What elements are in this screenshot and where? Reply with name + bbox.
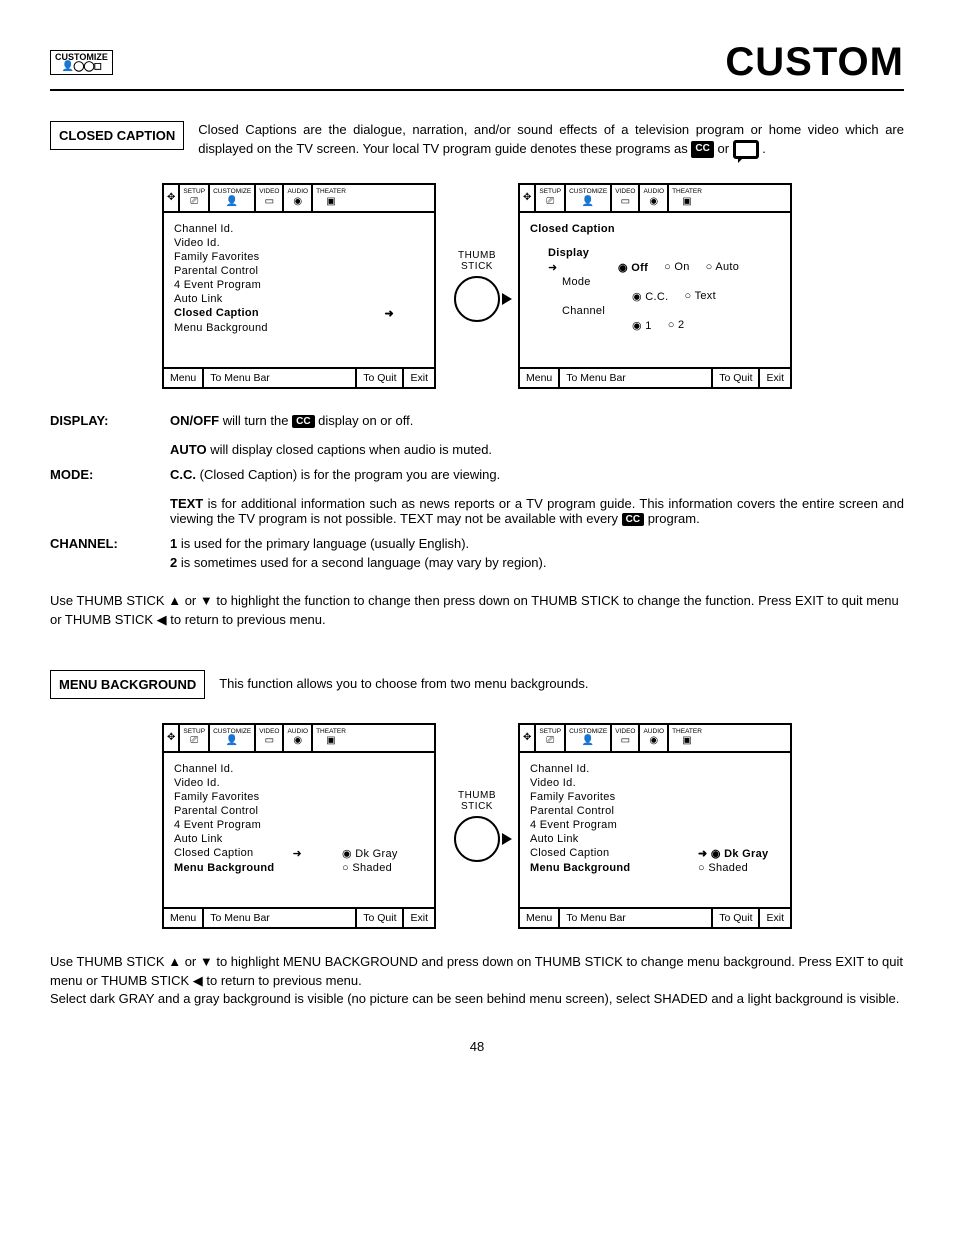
menu-background-intro: This function allows you to choose from … bbox=[219, 675, 904, 694]
footer-to-menu-bar: To Menu Bar bbox=[204, 369, 355, 387]
menu-item-video-id: Video Id. bbox=[174, 237, 424, 249]
thumb-stick-icon bbox=[454, 276, 500, 322]
thumb-stick-indicator: THUMB STICK bbox=[454, 250, 500, 322]
cc-display-on: ○ On bbox=[664, 261, 690, 273]
cc-mode-text: ○ Text bbox=[684, 290, 715, 302]
osd-cc-detail: ✥ SETUP⎚ CUSTOMIZE👤 VIDEO▭ AUDIO◉ THEATE… bbox=[518, 183, 792, 389]
caption-bubble-icon bbox=[733, 140, 759, 159]
osd-tab-theater: THEATER▣ bbox=[313, 185, 349, 211]
menu-item-closed-caption: Closed Caption ➜ bbox=[174, 307, 424, 320]
cc-mode-cc: ◉ C.C. bbox=[632, 290, 668, 303]
menu-item-parental-control: Parental Control bbox=[174, 265, 424, 277]
mb-screens-row: ✥ SETUP⎚ CUSTOMIZE👤 VIDEO▭ AUDIO◉ THEATE… bbox=[50, 723, 904, 929]
osd-body: Channel Id. Video Id. Family Favorites P… bbox=[164, 213, 434, 367]
customize-tag-glyphs: 👤◯◯◻ bbox=[55, 62, 108, 72]
pointer-icon: ➜ bbox=[548, 261, 602, 274]
page-number: 48 bbox=[50, 1039, 904, 1054]
cc-intro-c: . bbox=[762, 141, 766, 156]
opt-dk-gray: ◉ Dk Gray bbox=[342, 847, 424, 860]
menu-background-label: MENU BACKGROUND bbox=[50, 670, 205, 699]
mb-usage-note: Use THUMB STICK ▲ or ▼ to highlight MENU… bbox=[50, 953, 904, 1010]
cc-intro-b: or bbox=[717, 141, 732, 156]
closed-caption-label: CLOSED CAPTION bbox=[50, 121, 184, 150]
arrow-right-icon: ➜ bbox=[384, 307, 394, 320]
cc-detail-title: Closed Caption bbox=[530, 223, 780, 235]
def-channel: CHANNEL: 1 is used for the primary langu… bbox=[50, 536, 904, 574]
cc-channel-2: ○ 2 bbox=[668, 319, 685, 331]
cc-usage-note: Use THUMB STICK ▲ or ▼ to highlight the … bbox=[50, 592, 904, 630]
osd-tabs: ✥ SETUP⎚ CUSTOMIZE👤 VIDEO▭ AUDIO◉ THEATE… bbox=[164, 185, 434, 213]
osd-tab-customize: CUSTOMIZE👤 bbox=[210, 185, 256, 211]
osd-customize-cc: ✥ SETUP⎚ CUSTOMIZE👤 VIDEO▭ AUDIO◉ THEATE… bbox=[162, 183, 436, 389]
footer-to-quit: To Quit bbox=[355, 369, 404, 387]
menu-item-menu-background: Menu Background ○ Shaded bbox=[174, 862, 424, 874]
cc-badge-icon: CC bbox=[292, 415, 314, 428]
def-mode: MODE: C.C. (Closed Caption) is for the p… bbox=[50, 467, 904, 530]
osd-tab-cursor: ✥ bbox=[164, 185, 180, 211]
cc-channel-label: Channel bbox=[530, 305, 780, 317]
cc-display-off: ◉ Off bbox=[618, 261, 648, 274]
cc-channel-options: ◉ 1 ○ 2 bbox=[530, 319, 780, 332]
menu-item-menu-background: Menu Background bbox=[174, 322, 424, 334]
menu-item-menu-background: Menu Background ○ Shaded bbox=[530, 862, 780, 874]
menu-item-closed-caption: Closed Caption ➜ ◉ Dk Gray bbox=[174, 847, 424, 860]
cc-badge-icon: CC bbox=[622, 513, 644, 526]
osd-body: Closed Caption Display ➜ ◉ Off ○ On ○ Au… bbox=[520, 213, 790, 367]
osd-customize-mb-left: ✥ SETUP⎚ CUSTOMIZE👤 VIDEO▭ AUDIO◉ THEATE… bbox=[162, 723, 436, 929]
cc-mode-label: Mode bbox=[530, 276, 780, 288]
menu-background-heading-row: MENU BACKGROUND This function allows you… bbox=[50, 670, 904, 699]
menu-item-channel-id: Channel Id. bbox=[174, 223, 424, 235]
cc-channel-1: ◉ 1 bbox=[632, 319, 652, 332]
footer-menu: Menu bbox=[164, 369, 204, 387]
thumb-stick-icon bbox=[454, 816, 500, 862]
footer-exit: Exit bbox=[404, 369, 434, 387]
osd-tab-setup: SETUP⎚ bbox=[180, 185, 210, 211]
cc-display-options: ➜ ◉ Off ○ On ○ Auto bbox=[530, 261, 780, 274]
thumb-stick-indicator: THUMB STICK bbox=[454, 790, 500, 862]
osd-tab-video: VIDEO▭ bbox=[256, 185, 284, 211]
osd-tabs: ✥ SETUP⎚ CUSTOMIZE👤 VIDEO▭ AUDIO◉ THEATE… bbox=[520, 185, 790, 213]
osd-footer: Menu To Menu Bar To Quit Exit bbox=[164, 367, 434, 387]
opt-shaded: ○ Shaded bbox=[342, 862, 424, 874]
cc-display-label: Display bbox=[530, 247, 780, 259]
osd-customize-mb-right: ✥ SETUP⎚ CUSTOMIZE👤 VIDEO▭ AUDIO◉ THEATE… bbox=[518, 723, 792, 929]
page-title: CUSTOM bbox=[725, 40, 904, 85]
def-display: DISPLAY: ON/OFF will turn the CC display… bbox=[50, 413, 904, 461]
cc-mode-options: ◉ C.C. ○ Text bbox=[530, 290, 780, 303]
menu-item-4-event-program: 4 Event Program bbox=[174, 279, 424, 291]
cc-badge-icon: CC bbox=[691, 141, 713, 158]
menu-item-auto-link: Auto Link bbox=[174, 293, 424, 305]
menu-item-closed-caption: Closed Caption ➜ ◉ Dk Gray bbox=[530, 847, 780, 860]
cc-screens-row: ✥ SETUP⎚ CUSTOMIZE👤 VIDEO▭ AUDIO◉ THEATE… bbox=[50, 183, 904, 389]
closed-caption-intro: Closed Captions are the dialogue, narrat… bbox=[198, 121, 904, 159]
cc-display-auto: ○ Auto bbox=[706, 261, 740, 273]
closed-caption-heading-row: CLOSED CAPTION Closed Captions are the d… bbox=[50, 121, 904, 159]
menu-item-family-favorites: Family Favorites bbox=[174, 251, 424, 263]
customize-tag-icon: CUSTOMIZE 👤◯◯◻ bbox=[50, 50, 113, 75]
osd-tab-audio: AUDIO◉ bbox=[284, 185, 313, 211]
arrow-right-icon: ➜ bbox=[292, 847, 302, 860]
opt-shaded: ○ Shaded bbox=[698, 862, 780, 874]
opt-dk-gray-selected: ➜ ◉ Dk Gray bbox=[698, 847, 780, 860]
page-header: CUSTOMIZE 👤◯◯◻ CUSTOM bbox=[50, 40, 904, 91]
cc-intro-a: Closed Captions are the dialogue, narrat… bbox=[198, 122, 904, 156]
osd-footer: Menu To Menu Bar To Quit Exit bbox=[520, 367, 790, 387]
